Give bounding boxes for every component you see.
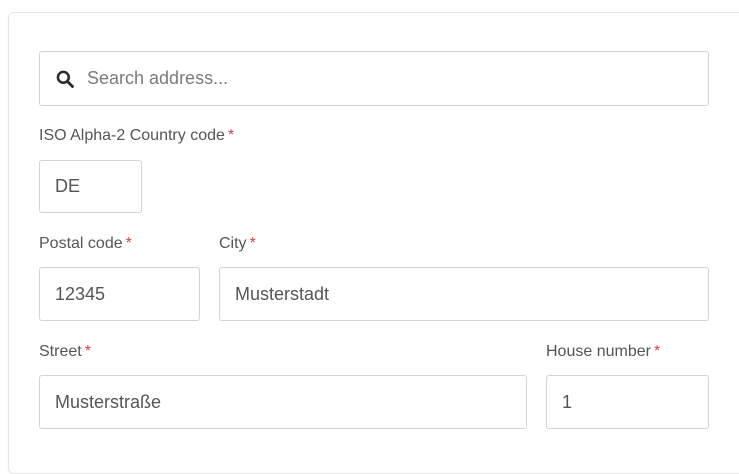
required-marker: * <box>84 343 91 360</box>
postal-code-value: 12345 <box>55 283 106 304</box>
country-code-field[interactable]: DE <box>39 160 142 213</box>
postal-code-label: Postal code * <box>39 235 132 253</box>
street-label: Street * <box>39 343 91 361</box>
street-label-text: Street <box>39 343 82 360</box>
country-code-value: DE <box>55 176 81 196</box>
postal-code-label-text: Postal code <box>39 235 123 252</box>
city-value: Musterstadt <box>235 283 330 304</box>
house-number-value: 1 <box>562 391 573 412</box>
street-field[interactable]: Musterstraße <box>39 375 527 429</box>
required-marker: * <box>653 343 661 360</box>
postal-code-field[interactable]: 12345 <box>39 267 200 321</box>
required-marker: * <box>227 127 235 144</box>
house-number-field[interactable]: 1 <box>546 375 709 429</box>
country-code-label: ISO Alpha-2 Country code * <box>39 127 234 145</box>
required-marker: * <box>125 235 132 252</box>
address-search-input[interactable]: Search address... <box>39 51 709 106</box>
city-field[interactable]: Musterstadt <box>219 267 709 321</box>
house-number-label: House number * <box>546 343 660 361</box>
house-number-label-text: House number <box>546 343 651 360</box>
country-code-label-text: ISO Alpha-2 Country code <box>39 127 225 144</box>
search-icon <box>55 69 75 89</box>
search-placeholder: Search address... <box>87 68 229 88</box>
city-label: City * <box>219 235 256 253</box>
city-label-text: City <box>219 235 247 252</box>
required-marker: * <box>249 235 256 252</box>
street-value: Musterstraße <box>55 391 162 412</box>
